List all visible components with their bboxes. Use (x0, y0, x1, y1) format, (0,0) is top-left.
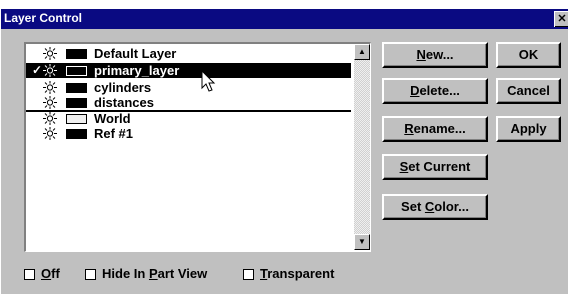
layer-color-swatch[interactable] (66, 66, 87, 76)
cancel-button[interactable]: Cancel (496, 78, 561, 104)
layer-color-swatch[interactable] (66, 129, 87, 139)
rename-button-label-post: ename... (413, 121, 466, 136)
layer-color-swatch[interactable] (66, 98, 87, 108)
hide-in-part-view-checkbox[interactable]: Hide In Part View (85, 266, 235, 282)
set-color-button[interactable]: Set Color... (382, 194, 488, 220)
light-bulb-icon[interactable] (43, 127, 57, 140)
delete-button[interactable]: Delete... (382, 78, 488, 104)
top-gap (1, 1, 568, 9)
layer-row[interactable]: ✓ primary_layer (26, 63, 351, 78)
hide-mnemonic: P (148, 266, 158, 281)
scroll-up-arrow-icon[interactable]: ▲ (354, 44, 370, 60)
layer-list[interactable]: Default Layer ✓ primary_layer cylinders dist… (24, 42, 371, 252)
layer-color-swatch[interactable] (66, 83, 87, 93)
set-color-label-post: olor... (434, 199, 469, 214)
off-checkbox-label: Off (41, 266, 60, 282)
layer-name: World (94, 111, 131, 126)
title-bar[interactable]: Layer Control ✕ (1, 9, 568, 29)
light-bulb-icon[interactable] (43, 112, 57, 125)
layer-name: Default Layer (94, 46, 177, 61)
layer-name: primary_layer (94, 63, 180, 78)
light-bulb-icon[interactable] (43, 96, 57, 109)
set-current-mnemonic: S (399, 159, 409, 174)
layer-color-swatch[interactable] (66, 114, 87, 124)
hide-label-post: art View (157, 266, 208, 281)
new-button-label-post: ew... (425, 47, 454, 62)
hide-label-pre: Hide In (102, 266, 149, 281)
scroll-down-arrow-icon[interactable]: ▼ (354, 234, 370, 250)
rename-button-mnemonic: R (404, 121, 414, 136)
layer-row[interactable]: Default Layer (26, 46, 351, 61)
transparent-checkbox-box[interactable] (243, 269, 254, 280)
off-checkbox-box[interactable] (24, 269, 35, 280)
transparent-checkbox[interactable]: Transparent (243, 266, 353, 282)
set-color-mnemonic: C (424, 199, 435, 214)
layer-row[interactable]: distances (26, 95, 351, 110)
light-bulb-icon[interactable] (43, 81, 57, 94)
hide-checkbox-label: Hide In Part View (102, 266, 207, 282)
layer-control-dialog: Layer Control ✕ Default Layer ✓ primary_la… (0, 0, 568, 294)
mouse-pointer-icon (201, 70, 216, 92)
ok-button[interactable]: OK (496, 42, 561, 68)
current-layer-check-icon: ✓ (32, 63, 43, 77)
window-title: Layer Control (4, 11, 83, 25)
layer-row[interactable]: cylinders (26, 80, 351, 95)
layer-name: cylinders (94, 80, 152, 95)
transparent-checkbox-label: Transparent (260, 266, 334, 282)
off-checkbox[interactable]: Off (24, 266, 74, 282)
layer-color-swatch[interactable] (66, 49, 87, 59)
layer-name: distances (94, 95, 154, 110)
new-button[interactable]: New... (382, 42, 488, 68)
set-color-label-pre: Set (401, 199, 425, 214)
light-bulb-icon[interactable] (43, 64, 57, 77)
off-mnemonic: O (41, 266, 52, 281)
set-current-button[interactable]: Set Current (382, 154, 488, 180)
hide-checkbox-box[interactable] (85, 269, 96, 280)
layer-list-items: Default Layer ✓ primary_layer cylinders dist… (26, 44, 351, 250)
apply-button[interactable]: Apply (496, 116, 561, 142)
light-bulb-icon[interactable] (43, 47, 57, 60)
layer-list-scrollbar[interactable]: ▲ ▼ (354, 44, 370, 250)
rename-button[interactable]: Rename... (382, 116, 488, 142)
transparent-label-post: ransparent (267, 266, 335, 281)
layer-row[interactable]: World (26, 111, 351, 126)
layer-name: Ref #1 (94, 126, 134, 141)
layer-row[interactable]: Ref #1 (26, 126, 351, 141)
set-current-label-post: et Current (408, 159, 471, 174)
off-label-post: ff (51, 266, 60, 281)
new-button-mnemonic: N (416, 47, 426, 62)
close-icon[interactable]: ✕ (554, 11, 568, 27)
delete-button-label-post: elete... (419, 83, 460, 98)
